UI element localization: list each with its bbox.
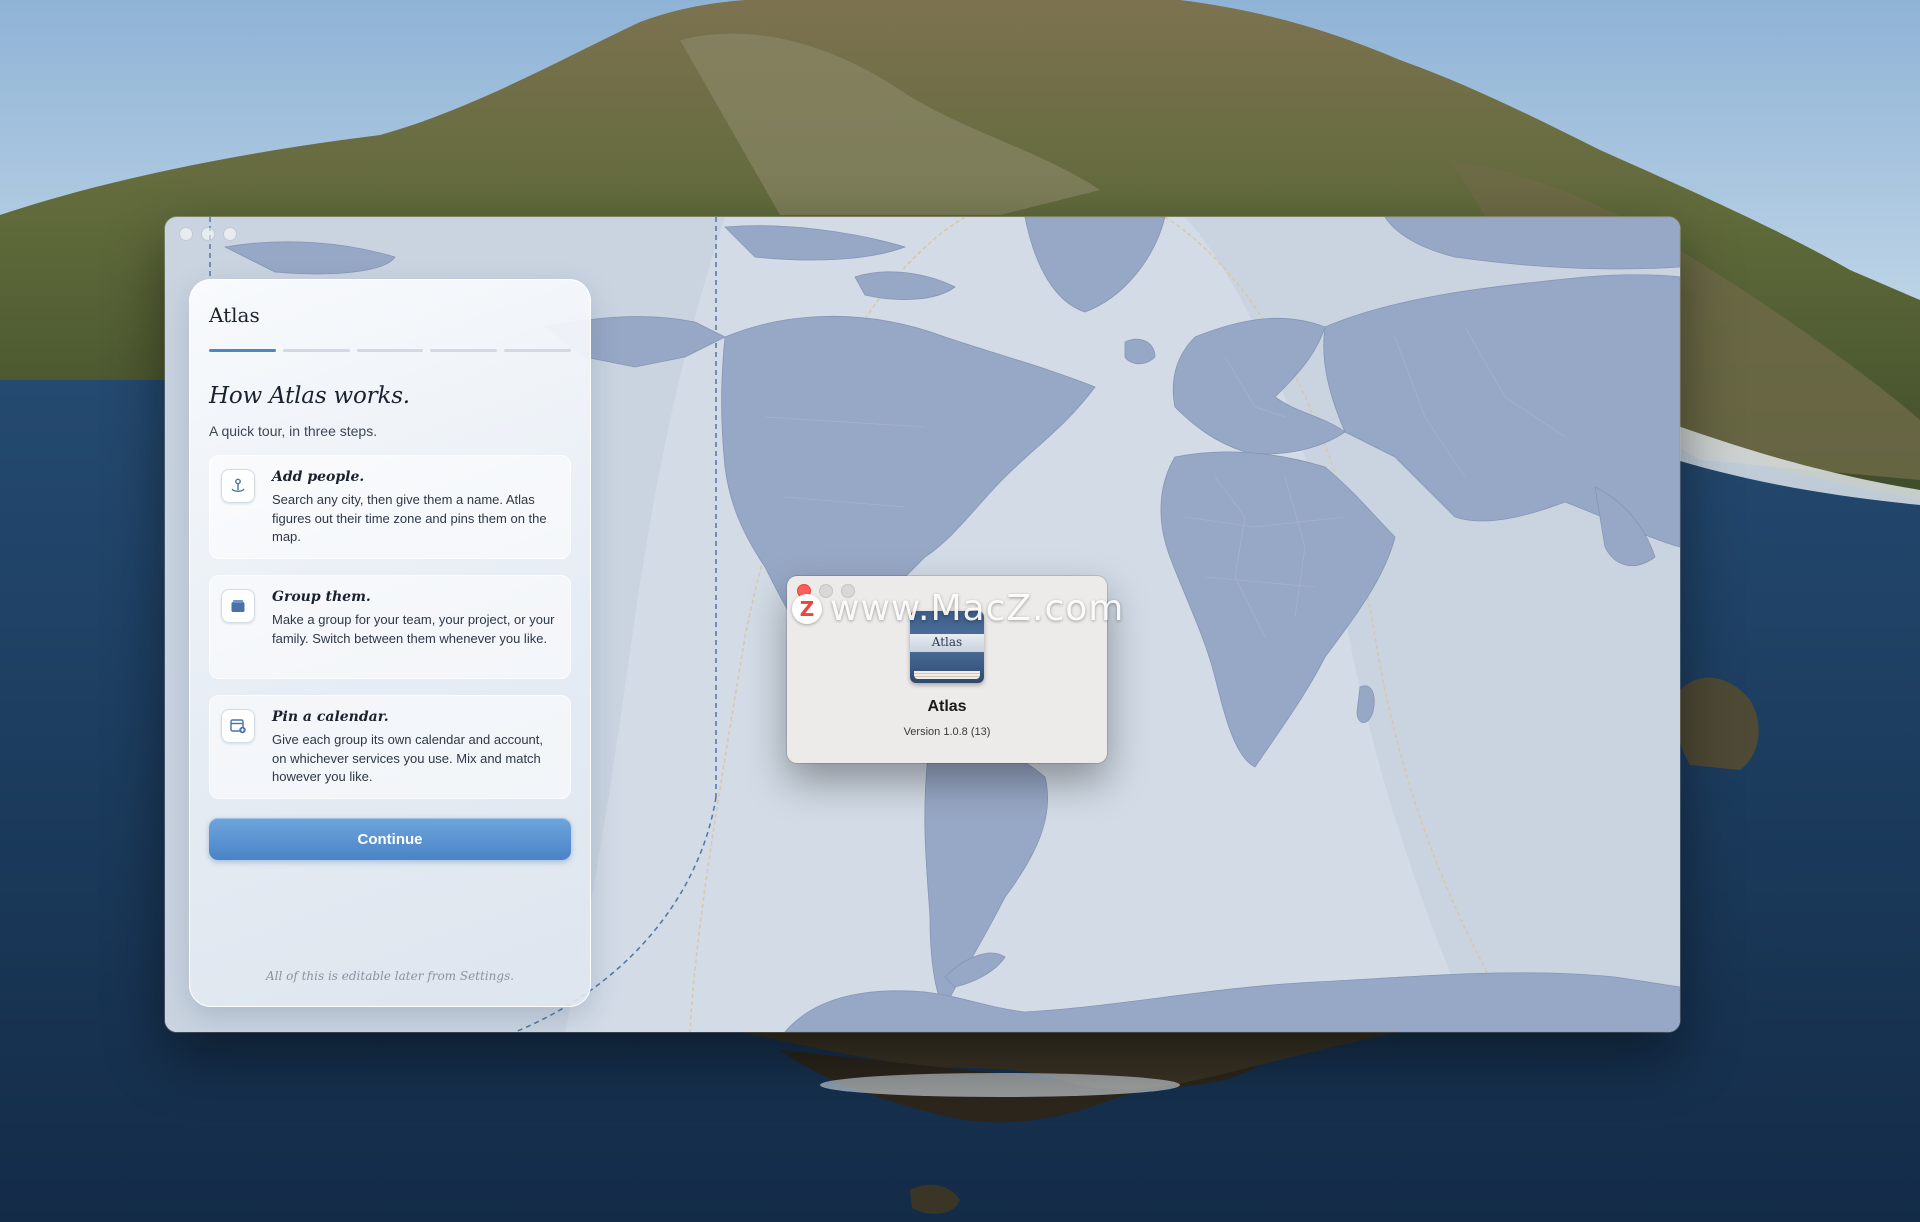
about-app-name: Atlas bbox=[927, 698, 967, 715]
progress-segment-3 bbox=[356, 349, 424, 352]
onboarding-heading: How Atlas works. bbox=[209, 383, 410, 409]
progress-segment-4 bbox=[430, 349, 498, 352]
step-description: Give each group its own calendar and acc… bbox=[272, 732, 544, 784]
step-description: Make a group for your team, your project… bbox=[272, 612, 555, 646]
calendar-icon bbox=[221, 709, 255, 743]
step-card-pin-calendar: Pin a calendar. Give each group its own … bbox=[209, 695, 571, 799]
step-card-group-them: Group them. Make a group for your team, … bbox=[209, 575, 571, 679]
onboarding-subheading: A quick tour, in three steps. bbox=[209, 423, 378, 439]
map-pin-icon bbox=[221, 469, 255, 503]
minimize-button[interactable] bbox=[201, 227, 215, 241]
window-controls bbox=[179, 227, 237, 241]
continue-button[interactable]: Continue bbox=[209, 818, 571, 860]
folder-icon bbox=[221, 589, 255, 623]
about-version: Version 1.0.8 (13) bbox=[903, 726, 991, 738]
watermark-logo-icon: Z bbox=[792, 593, 822, 624]
onboarding-panel: Atlas How Atlas works. A quick tour, in … bbox=[189, 279, 591, 1007]
app-title: Atlas bbox=[209, 303, 260, 327]
zoom-button[interactable] bbox=[223, 227, 237, 241]
progress-segment-1 bbox=[209, 349, 276, 352]
watermark-text: www.MacZ.com bbox=[830, 588, 1125, 629]
step-description: Search any city, then give them a name. … bbox=[272, 492, 547, 544]
onboarding-progress bbox=[209, 349, 571, 352]
step-title: Pin a calendar. bbox=[272, 709, 389, 725]
step-card-add-people: Add people. Search any city, then give t… bbox=[209, 455, 571, 559]
step-title: Add people. bbox=[272, 469, 365, 485]
step-title: Group them. bbox=[272, 589, 371, 605]
progress-segment-2 bbox=[282, 349, 350, 352]
watermark: Z www.MacZ.com bbox=[792, 588, 1124, 629]
onboarding-footer-note: All of this is editable later from Setti… bbox=[265, 969, 515, 983]
close-button[interactable] bbox=[179, 227, 193, 241]
app-icon-label: Atlas bbox=[931, 635, 963, 649]
progress-segment-5 bbox=[504, 349, 571, 352]
